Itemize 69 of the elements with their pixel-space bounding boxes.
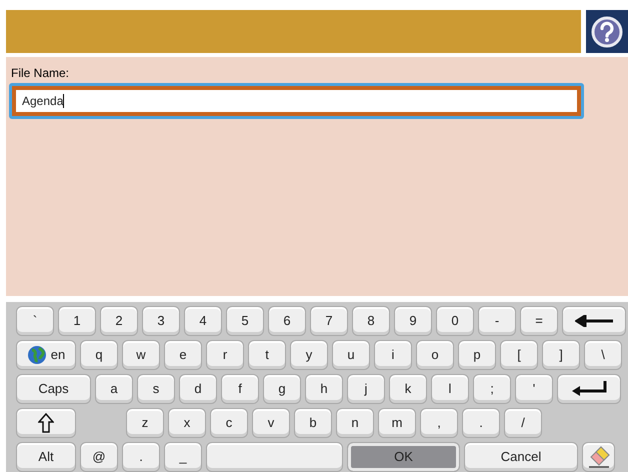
eraser-icon [586,445,610,469]
enter-key[interactable] [557,374,621,404]
shift-key[interactable] [16,408,76,438]
globe-icon [26,345,47,365]
key[interactable]: y [290,340,328,370]
key[interactable]: k [389,374,427,404]
key[interactable]: . [462,408,500,438]
key[interactable]: - [478,306,516,336]
left-arrow-icon [575,315,613,327]
key[interactable]: n [336,408,374,438]
key[interactable]: _ [164,442,202,472]
key[interactable]: 2 [100,306,138,336]
key[interactable]: 3 [142,306,180,336]
question-mark-icon [591,16,623,48]
language-key[interactable]: en [16,340,76,370]
key[interactable]: . [122,442,160,472]
key[interactable]: p [458,340,496,370]
key[interactable]: 4 [184,306,222,336]
key[interactable]: h [305,374,343,404]
key[interactable]: \ [584,340,622,370]
key[interactable]: o [416,340,454,370]
key[interactable]: r [206,340,244,370]
key[interactable]: c [210,408,248,438]
eraser-key[interactable] [582,442,615,472]
text-cursor [63,94,64,108]
key[interactable]: , [420,408,458,438]
cancel-key[interactable]: Cancel [464,442,578,472]
key[interactable]: 7 [310,306,348,336]
key[interactable]: 1 [58,306,96,336]
key[interactable]: ' [515,374,553,404]
key[interactable]: e [164,340,202,370]
key[interactable]: 5 [226,306,264,336]
key[interactable]: b [294,408,332,438]
alt-key[interactable]: Alt [16,442,76,472]
key[interactable]: s [137,374,175,404]
key[interactable]: a [95,374,133,404]
key[interactable]: ; [473,374,511,404]
key[interactable]: q [80,340,118,370]
key[interactable]: m [378,408,416,438]
key[interactable]: ` [16,306,54,336]
key[interactable]: t [248,340,286,370]
backspace-key[interactable] [562,306,626,336]
caps-key[interactable]: Caps [16,374,91,404]
key[interactable]: 6 [268,306,306,336]
return-arrow-icon [570,381,608,397]
key[interactable]: l [431,374,469,404]
field-label: File Name: [10,65,70,82]
key[interactable]: [ [500,340,538,370]
key[interactable]: g [263,374,301,404]
help-button[interactable] [586,10,628,54]
key[interactable]: = [520,306,558,336]
key[interactable]: u [332,340,370,370]
key[interactable]: x [168,408,206,438]
key[interactable]: i [374,340,412,370]
key[interactable]: 0 [436,306,474,336]
key[interactable]: d [179,374,217,404]
key[interactable]: v [252,408,290,438]
key[interactable]: j [347,374,385,404]
file-name-field[interactable]: Agenda [9,83,584,120]
key[interactable]: z [126,408,164,438]
key[interactable]: ] [542,340,580,370]
up-arrow-icon [38,413,54,433]
key[interactable]: f [221,374,259,404]
key[interactable]: w [122,340,160,370]
key[interactable]: 9 [394,306,432,336]
key[interactable]: @ [80,442,118,472]
key[interactable]: 8 [352,306,390,336]
key[interactable]: / [504,408,542,438]
ok-key[interactable]: OK [347,442,460,472]
